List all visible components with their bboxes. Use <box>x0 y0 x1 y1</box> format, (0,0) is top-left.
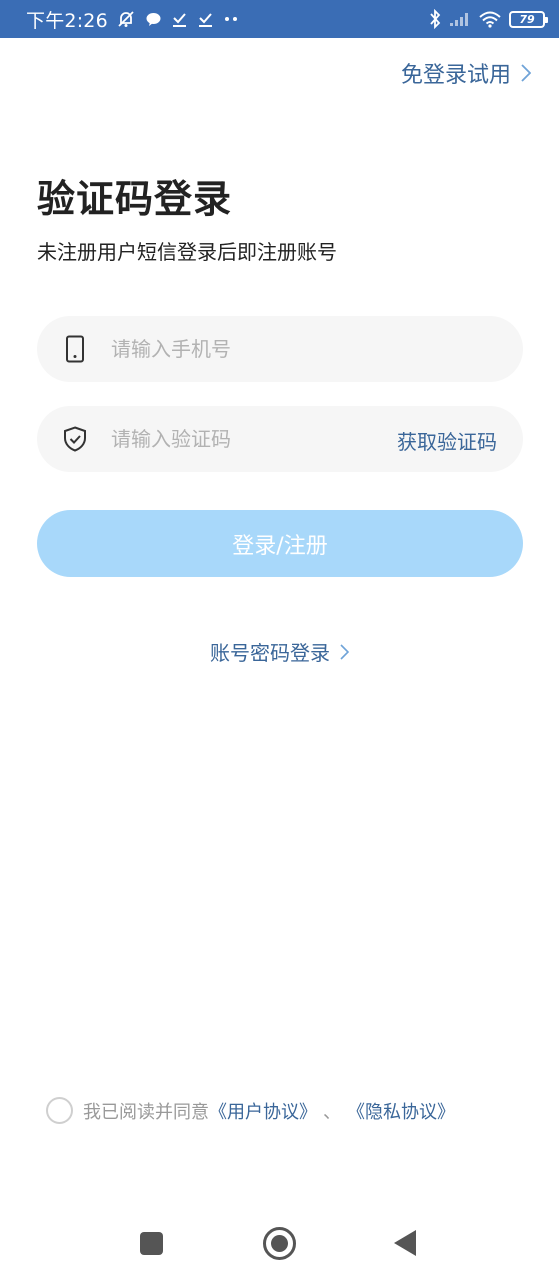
page-subtitle: 未注册用户短信登录后即注册账号 <box>37 240 337 264</box>
status-time: 下午2:26 <box>26 9 108 32</box>
agreement-checkbox[interactable] <box>46 1097 73 1124</box>
phone-icon <box>63 335 87 363</box>
signal-icon <box>450 13 468 26</box>
code-field[interactable]: 获取验证码 <box>37 406 523 472</box>
guest-trial-link[interactable]: 免登录试用 <box>401 57 531 89</box>
phone-field[interactable] <box>37 316 523 382</box>
user-agreement-link[interactable]: 《用户协议》 <box>209 1098 317 1124</box>
system-nav-bar <box>0 1210 559 1280</box>
agreement-row: 我已阅读并同意 《用户协议》 、 《隐私协议》 <box>46 1097 455 1124</box>
home-circle-icon[interactable] <box>263 1227 296 1260</box>
password-login-link[interactable]: 账号密码登录 <box>0 637 559 666</box>
chat-bubble-icon <box>146 12 161 26</box>
wifi-icon <box>479 11 501 28</box>
code-input[interactable] <box>111 427 351 451</box>
login-register-button[interactable]: 登录/注册 <box>37 510 523 577</box>
password-login-label: 账号密码登录 <box>210 641 330 665</box>
phone-input[interactable] <box>111 337 351 361</box>
get-code-button[interactable]: 获取验证码 <box>397 426 497 455</box>
battery-icon: 79 <box>509 10 548 28</box>
agreement-separator: 、 <box>323 1101 341 1123</box>
battery-level: 79 <box>519 12 535 26</box>
status-bar: 下午2:26 79 <box>0 0 559 38</box>
mute-bell-icon <box>118 11 134 27</box>
privacy-policy-link[interactable]: 《隐私协议》 <box>347 1098 455 1124</box>
agreement-prefix: 我已阅读并同意 <box>83 1101 209 1123</box>
recents-square-icon[interactable] <box>140 1232 163 1255</box>
home-dot <box>271 1235 288 1252</box>
guest-trial-label: 免登录试用 <box>400 63 511 88</box>
chevron-right-icon <box>340 643 349 660</box>
more-dots-icon <box>224 17 237 21</box>
download-check-icon <box>198 12 212 27</box>
status-icons-right: 79 <box>429 9 548 29</box>
shield-check-icon <box>63 425 87 453</box>
download-check-icon <box>172 12 186 27</box>
chevron-right-icon <box>521 64 531 82</box>
status-icons-left <box>116 9 239 29</box>
page-title: 验证码登录 <box>37 177 233 221</box>
bluetooth-icon <box>430 9 441 29</box>
back-triangle-icon[interactable] <box>394 1230 416 1256</box>
